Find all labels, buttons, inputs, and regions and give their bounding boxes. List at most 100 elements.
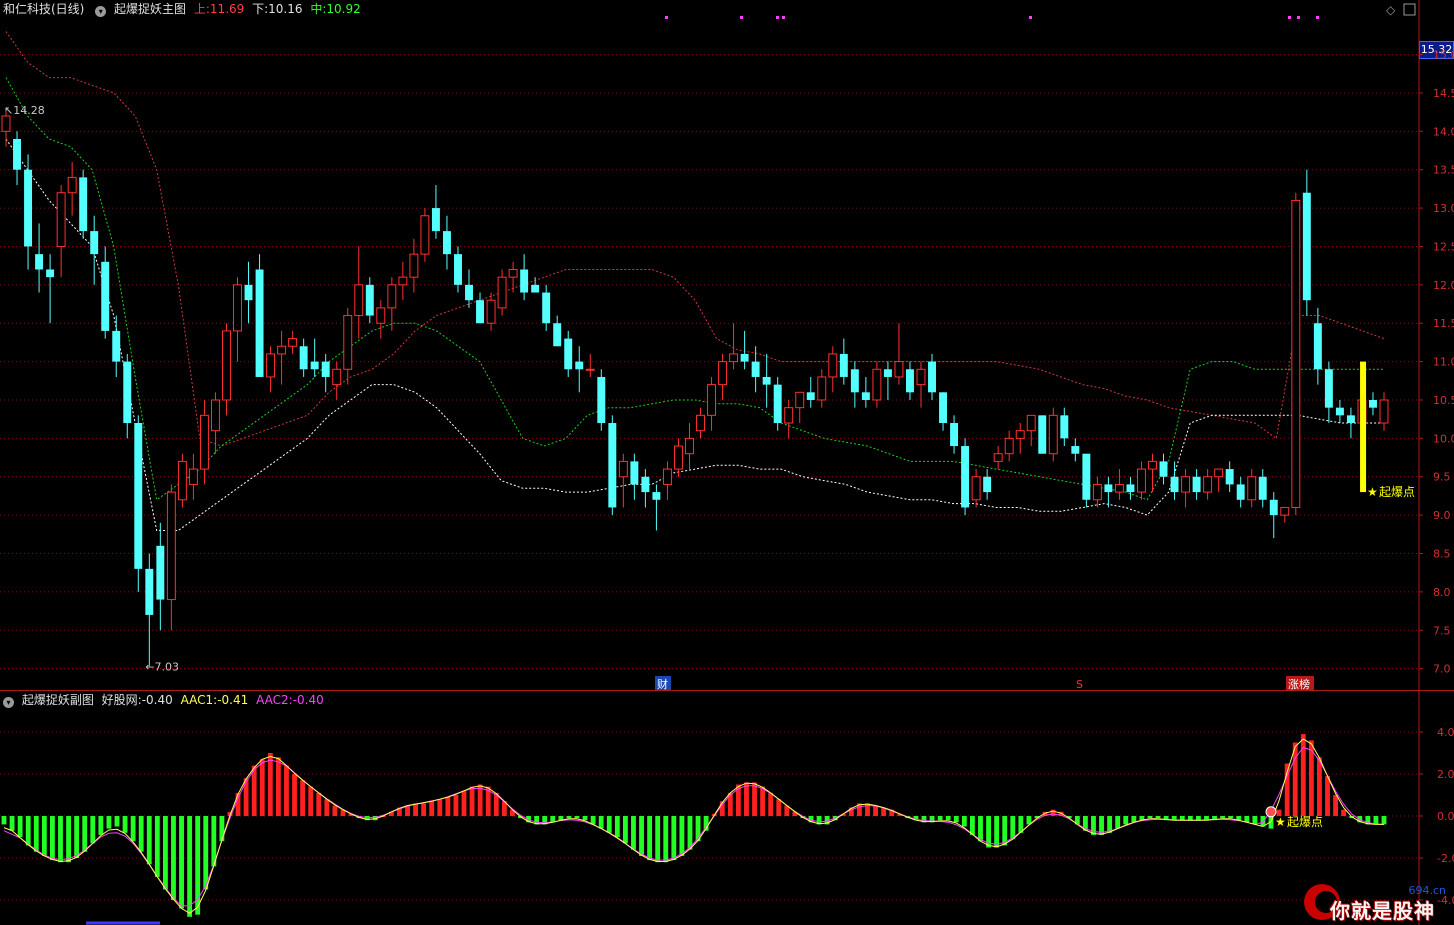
y-tick-label: 12.5 (1433, 240, 1454, 253)
candle (773, 376, 782, 431)
candle (244, 261, 253, 324)
candle (1126, 476, 1135, 500)
candle (553, 315, 562, 347)
histogram-bar (655, 816, 661, 863)
candle (928, 353, 936, 400)
histogram-bar (1179, 816, 1185, 821)
candle-body (673, 445, 683, 470)
candle-body (618, 460, 628, 478)
candle-body (420, 215, 430, 255)
main-price-chart[interactable]: 15.0 14.5 14.0 13.5 13.0 12.5 12.0 11.5 11.0 10.5… (0, 0, 1454, 691)
candle (321, 353, 330, 393)
candle (376, 300, 386, 339)
sub-indicator-chart[interactable]: 4.02.00.0-2.0-4.0★起爆点 (0, 691, 1454, 925)
candle-body (817, 376, 827, 401)
candle (894, 323, 904, 385)
candle-body (575, 361, 584, 370)
histogram-bar (98, 816, 104, 835)
sub-burst-star-icon: ★ (1275, 815, 1286, 829)
candle-body (652, 492, 661, 500)
histogram-bar (1341, 809, 1347, 816)
candle (354, 246, 364, 339)
histogram-bar (776, 799, 782, 816)
candle (442, 215, 451, 270)
histogram-bar (970, 816, 975, 835)
candle (46, 254, 55, 324)
candle-body (597, 376, 606, 424)
candle-body (1038, 415, 1047, 454)
histogram-bar (33, 816, 39, 852)
candle (266, 346, 276, 393)
histogram-bar (267, 753, 273, 816)
candle-body (376, 307, 386, 324)
candle (145, 553, 154, 667)
histogram-bar (1115, 816, 1121, 829)
marker-cai: 财 (657, 677, 668, 691)
histogram-bar (671, 816, 677, 861)
candle-body (35, 254, 44, 270)
candle-body (861, 392, 870, 400)
y-tick-label: 11.5 (1433, 317, 1454, 330)
candle (343, 307, 353, 385)
candle-body (1225, 469, 1234, 485)
histogram-bar (1300, 734, 1306, 816)
histogram-bar (146, 816, 152, 865)
candle-body (145, 568, 154, 615)
candle-body (299, 346, 308, 370)
candle-body (156, 545, 165, 600)
candle-body (1369, 399, 1377, 408)
aac1-line (3, 738, 1384, 914)
histogram-bar (41, 816, 47, 856)
histogram-bar (1333, 795, 1338, 816)
candle-body (641, 476, 650, 493)
candle (1280, 506, 1290, 523)
maximize-icon (1403, 3, 1416, 16)
candle (90, 215, 99, 285)
candle (707, 376, 717, 431)
candle-body (508, 268, 518, 278)
candle (1170, 461, 1179, 500)
sub-burst-label: 起爆点 (1287, 815, 1323, 829)
histogram-bar (413, 803, 418, 816)
histogram-bar (114, 816, 120, 827)
candle-body (740, 353, 749, 362)
candle (662, 461, 672, 500)
candle-body (1114, 483, 1124, 493)
candle (476, 292, 485, 324)
candle-body (266, 353, 276, 378)
candle-body (971, 476, 981, 501)
candle-body (454, 254, 462, 285)
candle-body (1335, 407, 1344, 416)
candle-body (950, 423, 959, 447)
candle-body (409, 253, 419, 278)
histogram-bar (50, 816, 55, 861)
histogram-bar (195, 816, 201, 915)
candle-body (486, 299, 496, 324)
candle-body (255, 269, 264, 377)
histogram-bar (647, 816, 653, 861)
top-marker (740, 16, 743, 19)
candle (1203, 469, 1213, 500)
candle (24, 154, 33, 270)
histogram-bar (945, 816, 951, 821)
candle-body (56, 192, 66, 247)
candle (905, 361, 914, 400)
histogram-bar (292, 774, 297, 816)
candle (1071, 438, 1080, 462)
y-tick-label: 14.5 (1433, 87, 1454, 100)
candle (79, 169, 88, 239)
candle (277, 330, 287, 385)
candle (950, 415, 959, 454)
candle (961, 438, 970, 516)
candle-body (1137, 468, 1146, 493)
histogram-bar (622, 816, 628, 844)
candle-body (773, 384, 782, 424)
candle (641, 469, 650, 508)
y-tick-label: 10.0 (1433, 432, 1454, 445)
candle-body (67, 176, 77, 194)
y-tick-label: 7.0 (1433, 663, 1451, 676)
candle-body (608, 423, 617, 508)
candle (101, 246, 110, 339)
y-tick-label: 11.0 (1433, 356, 1454, 369)
candle (454, 246, 462, 293)
